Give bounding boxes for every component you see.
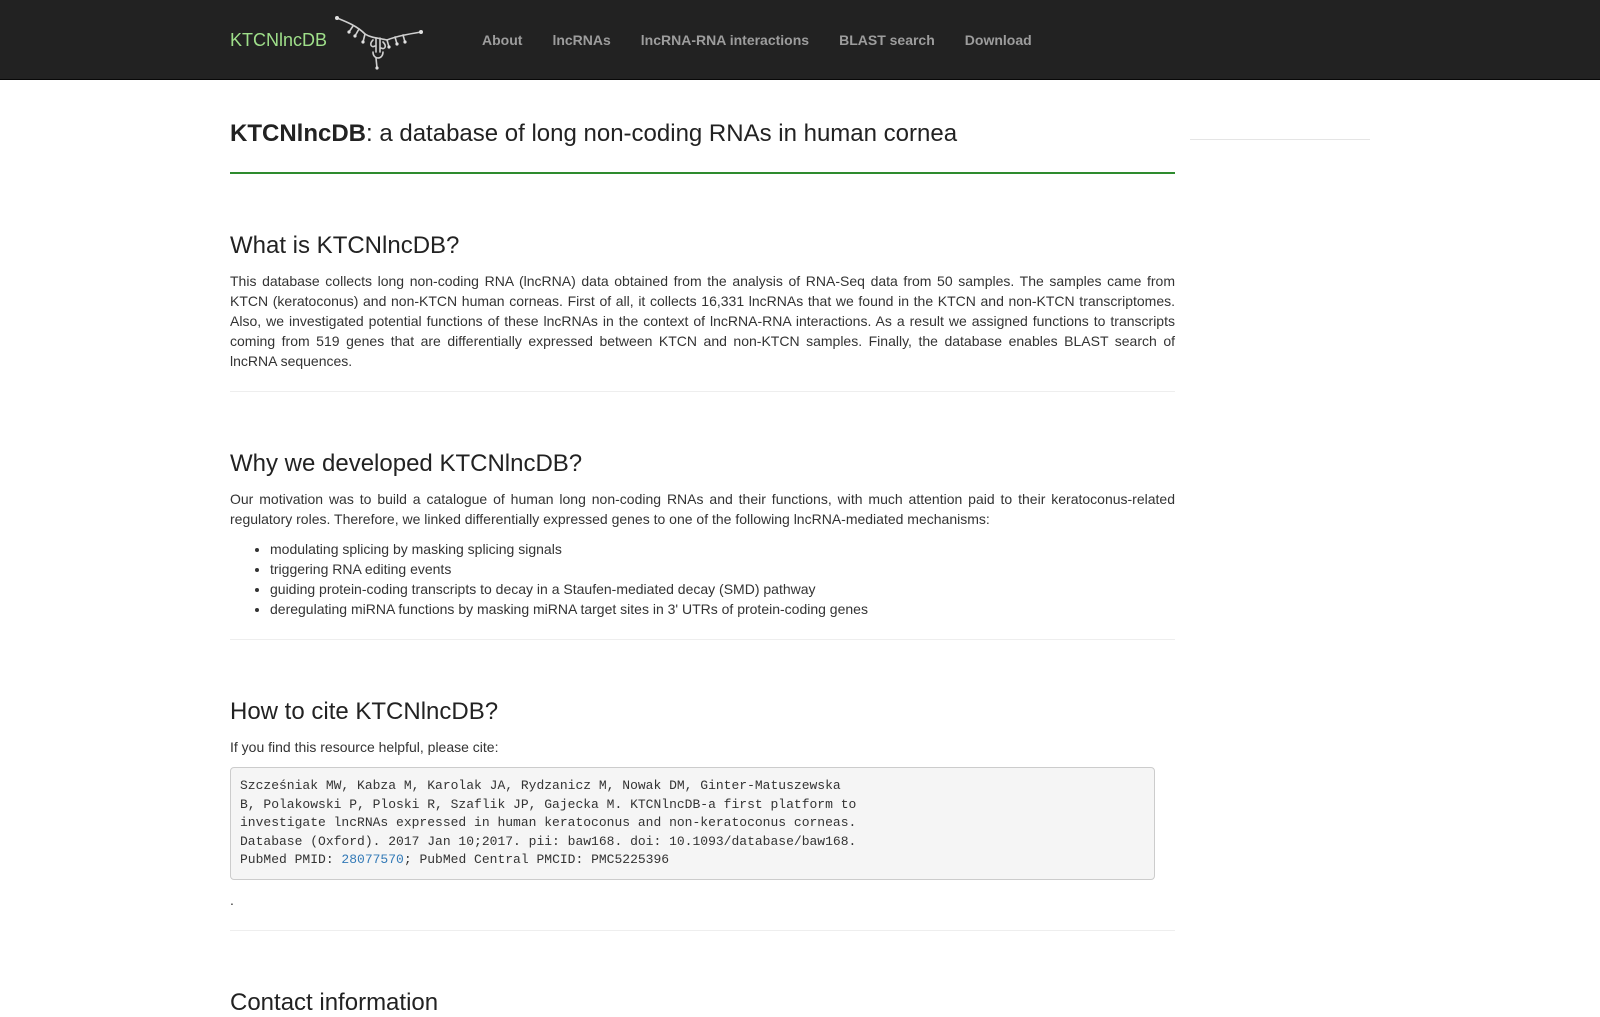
nav-download[interactable]: Download	[965, 0, 1032, 80]
section-cite-heading: How to cite KTCNlncDB?	[230, 698, 499, 725]
section-why-heading: Why we developed KTCNlncDB?	[230, 450, 583, 477]
mechanism-list: modulating splicing by masking splicing …	[230, 539, 1175, 619]
nav-about[interactable]: About	[482, 0, 522, 80]
list-item: guiding protein-coding transcripts to de…	[270, 579, 1175, 599]
section-cite-after: .	[230, 891, 234, 908]
section-what-text: This database collects long non-coding R…	[230, 273, 1175, 369]
section-contact: Contact information	[230, 989, 1175, 1017]
citation-block: Szcześniak MW, Kabza M, Karolak JA, Rydz…	[230, 767, 1155, 880]
list-item: triggering RNA editing events	[270, 559, 1175, 579]
section-why-text: Our motivation was to build a catalogue …	[230, 491, 1175, 527]
top-navbar: KTCNlncDB About lncRNAs lncRNA-RNA inter…	[0, 0, 1600, 80]
section-cite-intro: If you find this resource helpful, pleas…	[230, 739, 499, 755]
section-cite: How to cite KTCNlncDB? If you find this …	[230, 698, 1175, 910]
nav-lncrna-rna-interactions[interactable]: lncRNA-RNA interactions	[641, 0, 809, 80]
title-underline	[230, 172, 1175, 174]
nav-blast-search[interactable]: BLAST search	[839, 0, 935, 80]
brand-link[interactable]: KTCNlncDB	[230, 28, 327, 52]
sidebar-divider	[1190, 139, 1370, 140]
section-what: What is KTCNlncDB? This database collect…	[230, 232, 1175, 371]
citation-tail: ; PubMed Central PMCID: PMC5225396	[403, 852, 670, 868]
pubmed-link[interactable]: 28077570	[341, 852, 403, 867]
lncrna-structure-icon[interactable]	[335, 14, 423, 70]
section-divider	[230, 929, 1175, 931]
page-title-rest: : a database of long non-coding RNAs in …	[366, 120, 958, 147]
section-divider	[230, 639, 1175, 640]
section-contact-heading: Contact information	[230, 988, 439, 1016]
main-content: KTCNlncDB: a database of long non-coding…	[230, 80, 1175, 1017]
list-item: modulating splicing by masking splicing …	[270, 539, 1175, 559]
list-item: deregulating miRNA functions by masking …	[270, 599, 1175, 619]
nav-lncrnas[interactable]: lncRNAs	[552, 0, 610, 80]
main-nav: About lncRNAs lncRNA-RNA interactions BL…	[467, 0, 1047, 80]
section-why: Why we developed KTCNlncDB? Our motivati…	[230, 450, 1175, 619]
page-title-bold: KTCNlncDB	[230, 120, 366, 147]
section-divider	[230, 391, 1175, 392]
page-title: KTCNlncDB: a database of long non-coding…	[230, 120, 1175, 148]
section-what-heading: What is KTCNlncDB?	[230, 232, 460, 259]
